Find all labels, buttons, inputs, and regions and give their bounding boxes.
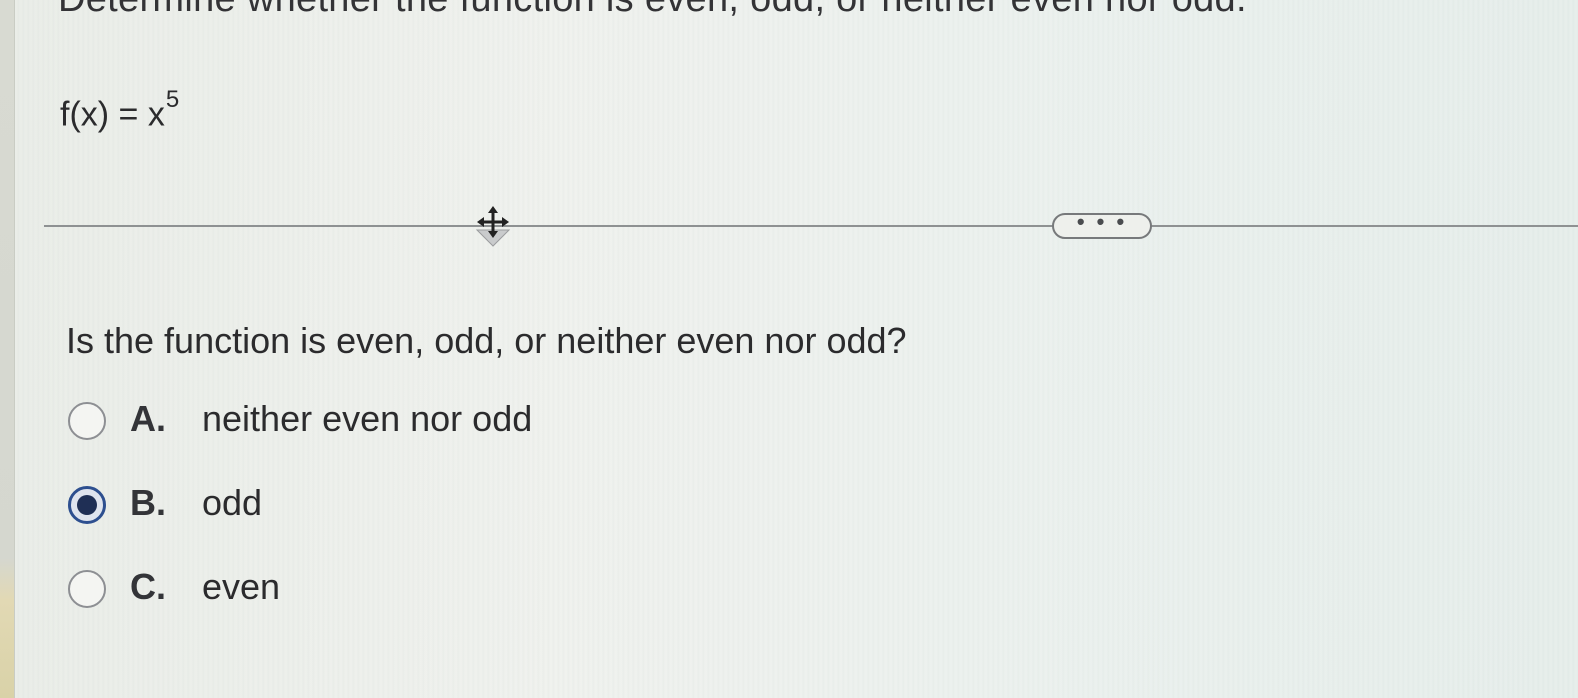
question-text: Is the function is even, odd, or neither… bbox=[66, 320, 907, 361]
option-b-letter: B. bbox=[130, 482, 166, 523]
window-left-edge bbox=[0, 0, 15, 698]
radio-button-c[interactable] bbox=[68, 570, 106, 608]
section-divider bbox=[44, 225, 1578, 227]
radio-button-a[interactable] bbox=[68, 402, 106, 440]
function-formula: f(x) = x5 bbox=[60, 86, 179, 134]
option-b-text: odd bbox=[202, 482, 263, 523]
option-c-text: even bbox=[202, 566, 281, 607]
more-options-button[interactable]: • • • bbox=[1052, 211, 1152, 239]
option-a-text: neither even nor odd bbox=[202, 398, 533, 439]
instruction-text: Determine whether the function is even, … bbox=[58, 0, 1247, 21]
radio-selected-dot-icon bbox=[77, 495, 97, 515]
radio-button-b[interactable] bbox=[68, 486, 106, 524]
formula-base: f(x) = x bbox=[60, 95, 165, 134]
formula-exponent: 5 bbox=[165, 86, 180, 113]
option-a-letter: A. bbox=[130, 398, 166, 439]
option-c-letter: C. bbox=[130, 566, 166, 607]
move-handle-icon[interactable] bbox=[473, 204, 513, 248]
